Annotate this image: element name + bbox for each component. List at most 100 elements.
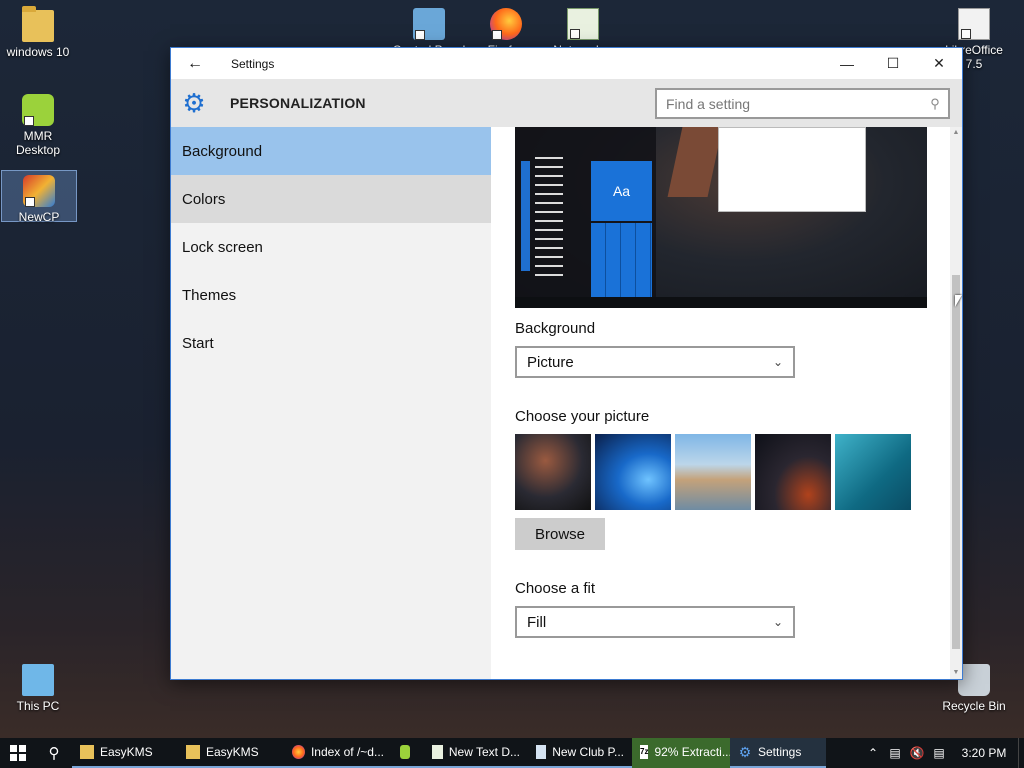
- background-dropdown[interactable]: Picture ⌄: [515, 346, 795, 378]
- preview-tiles: [591, 223, 652, 297]
- preview-tile-column: [521, 161, 530, 271]
- sidebar-item-start[interactable]: Start: [171, 319, 491, 367]
- taskbar-item-label: EasyKMS: [206, 745, 259, 759]
- maximize-button[interactable]: ☐: [870, 48, 916, 79]
- desktop-icon-label: windows 10: [6, 45, 70, 59]
- scroll-up-icon[interactable]: ▲: [950, 127, 962, 139]
- sidebar-item-lock-screen[interactable]: Lock screen: [171, 223, 491, 271]
- chevron-up-icon[interactable]: ⌃: [862, 746, 884, 760]
- taskbar-item-easykms-2[interactable]: EasyKMS: [178, 738, 284, 768]
- background-label: Background: [515, 320, 596, 337]
- sidebar-item-background[interactable]: Background: [171, 127, 491, 175]
- picture-thumbnail[interactable]: [755, 434, 831, 510]
- start-button[interactable]: [0, 738, 36, 768]
- picture-thumbnail[interactable]: [595, 434, 671, 510]
- taskbar-item-mmr[interactable]: [392, 738, 424, 768]
- taskbar-item-label: New Club P...: [552, 745, 624, 759]
- background-preview: Aa: [515, 127, 927, 308]
- windows-logo-icon: [10, 745, 26, 761]
- taskbar-item-label: New Text D...: [448, 745, 520, 759]
- network-icon[interactable]: ▤: [884, 746, 906, 760]
- content-pane: Aa Background Picture ⌄ Choose your pict…: [491, 127, 950, 679]
- sidebar-item-label: Background: [182, 142, 263, 160]
- sidebar-item-themes[interactable]: Themes: [171, 271, 491, 319]
- scrollbar[interactable]: ▲ ▼: [950, 127, 962, 679]
- notification-icon[interactable]: ▤: [928, 746, 950, 760]
- notepad-icon: [567, 8, 599, 40]
- picture-thumbnail[interactable]: [835, 434, 911, 510]
- desktop-icon-label: MMR Desktop: [15, 129, 61, 157]
- preview-menu-lines: [535, 157, 565, 283]
- gear-icon: ⚙: [182, 88, 206, 118]
- search-box[interactable]: ⚲: [655, 88, 950, 119]
- mmr-icon: [400, 745, 410, 759]
- sidebar-item-label: Lock screen: [182, 238, 263, 256]
- taskbar-item-notepad[interactable]: New Text D...: [424, 738, 528, 768]
- notepad-icon: [432, 745, 443, 759]
- title-bar[interactable]: ← Settings — ☐ ✕: [171, 48, 962, 79]
- folder-icon: [186, 745, 200, 759]
- minimize-icon: —: [840, 55, 854, 72]
- taskbar: ⚲ EasyKMS EasyKMS Index of /~d... New Te…: [0, 738, 1024, 768]
- taskbar-item-label: EasyKMS: [100, 745, 153, 759]
- sidebar: Background Colors Lock screen Themes Sta…: [171, 127, 491, 679]
- desktop-icon-this-pc[interactable]: This PC: [0, 660, 76, 713]
- scroll-down-icon[interactable]: ▼: [950, 667, 962, 679]
- scroll-thumb[interactable]: [952, 275, 960, 649]
- clock[interactable]: 3:20 PM: [950, 746, 1018, 760]
- arrow-left-icon: ←: [187, 54, 203, 72]
- sidebar-item-label: Colors: [182, 190, 226, 208]
- taskbar-item-new-club[interactable]: New Club P...: [528, 738, 632, 768]
- desktop-icon-newcp[interactable]: NewCP: [1, 170, 77, 224]
- taskbar-item-label: 92% Extracti...: [654, 745, 732, 759]
- browse-button[interactable]: Browse: [515, 518, 605, 550]
- fit-dropdown-value: Fill: [527, 613, 547, 631]
- sidebar-item-colors[interactable]: Colors: [171, 175, 491, 223]
- mouse-cursor: [955, 295, 962, 307]
- firefox-icon: [490, 8, 522, 40]
- libreoffice-icon: [958, 8, 990, 40]
- search-icon: ⚲: [48, 745, 60, 762]
- show-desktop-button[interactable]: [1018, 738, 1024, 768]
- choose-fit-label: Choose a fit: [515, 580, 596, 597]
- newcp-icon: [23, 175, 55, 207]
- settings-window: ← Settings — ☐ ✕ ⚙ PERSONALIZATION ⚲ Bac…: [170, 47, 963, 680]
- desktop-icon-label: Recycle Bin: [942, 699, 1006, 713]
- back-button[interactable]: ←: [171, 48, 219, 79]
- window-controls: — ☐ ✕: [824, 48, 962, 79]
- taskbar-item-settings[interactable]: ⚙ Settings: [730, 738, 826, 768]
- desktop-icon-windows10[interactable]: windows 10: [0, 6, 76, 59]
- chevron-down-icon: ⌄: [772, 615, 783, 629]
- close-icon: ✕: [933, 55, 945, 71]
- desktop-icon-mmr-desktop[interactable]: MMR Desktop: [0, 90, 76, 157]
- taskbar-item-label: Index of /~d...: [310, 745, 384, 759]
- minimize-button[interactable]: —: [824, 48, 870, 79]
- 7zip-icon: 7z: [640, 745, 649, 759]
- preview-tile: Aa: [591, 161, 652, 221]
- taskbar-search-button[interactable]: ⚲: [36, 738, 72, 768]
- window-title: Settings: [231, 56, 275, 71]
- folder-icon: [22, 6, 54, 42]
- search-icon[interactable]: ⚲: [922, 96, 948, 112]
- picture-thumbnail[interactable]: [515, 434, 591, 510]
- volume-muted-icon[interactable]: 🔇: [906, 746, 928, 760]
- fit-dropdown[interactable]: Fill ⌄: [515, 606, 795, 638]
- taskbar-item-7zip[interactable]: 7z 92% Extracti...: [632, 738, 732, 768]
- picture-thumbnail[interactable]: [675, 434, 751, 510]
- taskbar-item-easykms[interactable]: EasyKMS: [72, 738, 178, 768]
- sidebar-item-label: Themes: [182, 286, 237, 304]
- background-dropdown-value: Picture: [527, 353, 574, 371]
- chevron-down-icon: ⌄: [772, 355, 783, 369]
- firefox-icon: [292, 745, 305, 759]
- desktop-icon-label: NewCP: [18, 210, 60, 224]
- picture-thumbnails: [515, 434, 911, 510]
- desktop-icon-label: This PC: [16, 699, 60, 713]
- control-panel-icon: [413, 8, 445, 40]
- search-input[interactable]: [657, 95, 922, 112]
- maximize-icon: ☐: [886, 55, 900, 71]
- taskbar-item-firefox[interactable]: Index of /~d...: [284, 738, 392, 768]
- settings-header: ⚙ PERSONALIZATION ⚲: [171, 79, 962, 127]
- gear-icon: ⚙: [738, 744, 752, 760]
- close-button[interactable]: ✕: [916, 48, 962, 79]
- app-icon: [536, 745, 547, 759]
